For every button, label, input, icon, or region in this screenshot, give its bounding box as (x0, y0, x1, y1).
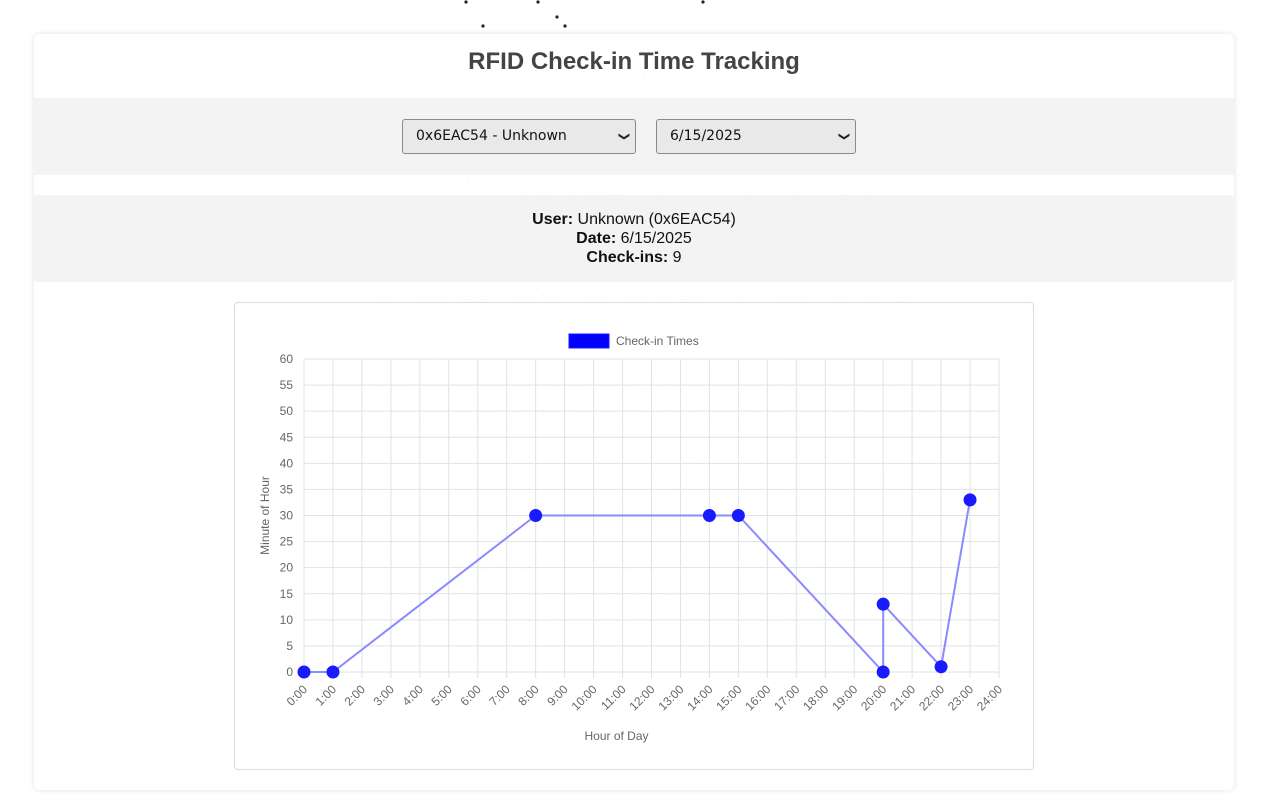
y-tick-label: 5 (286, 639, 293, 653)
x-tick-label: 6:00 (457, 682, 484, 709)
x-tick-label: 8:00 (515, 682, 542, 709)
chevron-down-icon: ❯ (617, 131, 631, 142)
x-tick-label: 9:00 (544, 682, 571, 709)
data-point[interactable] (326, 665, 340, 679)
info-user-value: Unknown (0x6EAC54) (577, 211, 736, 228)
data-point[interactable] (963, 493, 977, 507)
date-select-value: 6/15/2025 (670, 128, 742, 144)
info-user-label: User: (532, 211, 574, 228)
y-tick-label: 10 (280, 613, 294, 627)
y-tick-label: 35 (280, 482, 294, 496)
x-tick-label: 0:00 (284, 682, 311, 709)
legend-label[interactable]: Check-in Times (616, 334, 699, 348)
x-tick-label: 13:00 (655, 682, 686, 713)
x-tick-label: 17:00 (771, 682, 802, 713)
chart-container: 0 5 10 15 20 25 30 35 40 45 50 55 60 0:00 1:00 2:00 3:00… (234, 302, 1034, 770)
data-point[interactable] (529, 509, 543, 522)
info-checkins-value: 9 (672, 249, 682, 266)
y-tick-label: 55 (280, 378, 294, 392)
x-tick-label: 22:00 (916, 682, 947, 713)
x-tick-label: 23:00 (945, 682, 976, 713)
y-tick-label: 50 (280, 404, 294, 418)
x-tick-label: 11:00 (598, 682, 629, 713)
date-select[interactable]: 6/15/2025 ❯ (656, 119, 856, 154)
y-tick-label: 45 (280, 430, 294, 444)
x-tick-label: 5:00 (428, 682, 455, 709)
info-checkins-line: Check-ins: 9 (34, 248, 1234, 267)
y-tick-label: 15 (280, 587, 294, 601)
legend-swatch[interactable] (568, 333, 610, 349)
data-point[interactable] (731, 509, 745, 522)
data-point[interactable] (876, 665, 890, 679)
checkin-line-chart: 0 5 10 15 20 25 30 35 40 45 50 55 60 0:00 1:00 2:00 3:00… (258, 333, 1005, 743)
background-dot (563, 24, 567, 28)
background-dot (481, 24, 485, 28)
background-dot (536, 0, 540, 4)
y-tick-label: 25 (280, 535, 294, 549)
x-tick-label: 14:00 (684, 682, 715, 713)
x-tick-label: 10:00 (569, 682, 600, 713)
info-user-line: User: Unknown (0x6EAC54) (34, 210, 1234, 229)
page-title: RFID Check-in Time Tracking (468, 48, 800, 75)
x-tick-label: 18:00 (800, 682, 831, 713)
background-dot (555, 15, 559, 19)
info-date-label: Date: (576, 230, 617, 247)
y-axis-title: Minute of Hour (258, 476, 272, 555)
background-dot (701, 0, 705, 4)
x-tick-label: 3:00 (371, 682, 398, 709)
user-select[interactable]: 0x6EAC54 - Unknown ❯ (402, 119, 636, 154)
info-date-line: Date: 6/15/2025 (34, 229, 1234, 248)
controls-bar: 0x6EAC54 - Unknown ❯ 6/15/2025 ❯ (34, 98, 1234, 175)
x-tick-label: 4:00 (400, 682, 427, 709)
y-tick-label: 40 (280, 456, 294, 470)
y-tick-label: 0 (286, 665, 293, 679)
data-point[interactable] (876, 597, 890, 611)
y-tick-label: 20 (280, 561, 294, 575)
y-tick-label: 30 (280, 509, 294, 523)
checkin-info-panel: User: Unknown (0x6EAC54) Date: 6/15/2025… (34, 195, 1234, 282)
info-date-value: 6/15/2025 (620, 230, 692, 247)
x-tick-label: 19:00 (829, 682, 860, 713)
x-tick-label: 15:00 (713, 682, 744, 713)
x-tick-label: 1:00 (313, 682, 340, 709)
data-point[interactable] (702, 509, 716, 522)
x-tick-label: 20:00 (858, 682, 889, 713)
x-axis-title: Hour of Day (584, 729, 648, 743)
user-select-value: 0x6EAC54 - Unknown (416, 128, 567, 144)
data-point[interactable] (297, 665, 311, 679)
x-tick-label: 21:00 (887, 682, 918, 713)
chevron-down-icon: ❯ (837, 131, 851, 142)
x-tick-label: 7:00 (486, 682, 513, 709)
x-tick-label: 12:00 (626, 682, 657, 713)
x-tick-label: 24:00 (974, 682, 1005, 713)
main-card: RFID Check-in Time Tracking 0x6EAC54 - U… (34, 34, 1234, 790)
x-tick-label: 16:00 (742, 682, 773, 713)
background-dot (464, 0, 468, 4)
info-checkins-label: Check-ins: (586, 249, 669, 266)
data-point[interactable] (934, 660, 948, 674)
y-tick-label: 60 (280, 352, 294, 366)
x-tick-label: 2:00 (342, 682, 369, 709)
